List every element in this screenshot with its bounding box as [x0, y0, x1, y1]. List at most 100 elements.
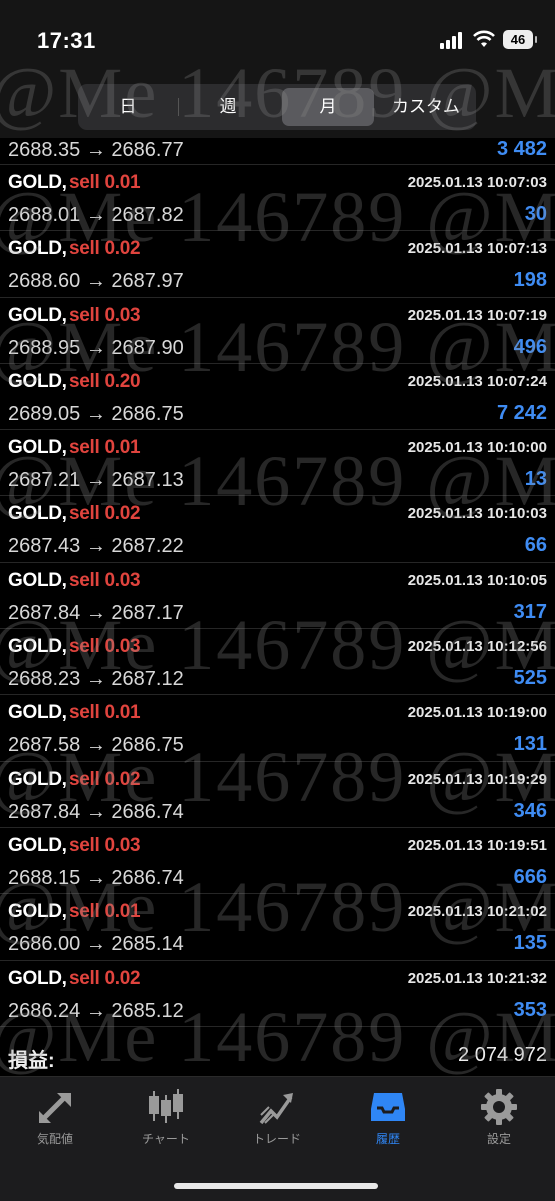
profit-value: 135 [513, 932, 547, 955]
symbol-label: GOLD, [8, 304, 67, 326]
tab-custom[interactable]: カスタム [378, 88, 474, 126]
symbol-label: GOLD, [8, 636, 67, 658]
table-row-partial[interactable]: 2688.35 → 2686.77 3 482 [0, 138, 555, 165]
price-range: 2688.60 → 2687.97 [8, 270, 184, 293]
nav-label: 気配値 [36, 1132, 73, 1146]
table-row[interactable]: GOLD, sell 0.20 2025.01.13 10:07:24 2689.05… [0, 364, 555, 431]
trade-datetime: 2025.01.13 10:19:00 [407, 704, 547, 722]
order-side-volume: sell 0.01 [69, 901, 141, 923]
nav-chart[interactable]: チャート [121, 1087, 211, 1147]
table-row[interactable]: GOLD, sell 0.03 2025.01.13 10:19:51 2688.15… [0, 828, 555, 895]
profit-value: 66 [524, 534, 547, 557]
nav-history[interactable]: 履歴 [343, 1087, 433, 1147]
table-row[interactable]: GOLD, sell 0.02 2025.01.13 10:19:29 2687.84… [0, 762, 555, 828]
price-range: 2688.23 → 2687.12 [8, 668, 184, 691]
clock: 17:31 [37, 28, 96, 53]
order-side-volume: sell 0.02 [69, 967, 141, 989]
trade-datetime: 2025.01.13 10:21:02 [407, 903, 547, 921]
total-profit-value: 2 074 972 [458, 1044, 547, 1066]
tab-month[interactable]: 月 [282, 88, 374, 126]
price-range: 2686.00 → 2685.14 [8, 933, 184, 956]
order-side-volume: sell 0.03 [69, 304, 141, 326]
order-side-volume: sell 0.02 [69, 503, 141, 525]
order-side-volume: sell 0.01 [69, 437, 141, 459]
wifi-icon [473, 30, 495, 47]
symbol-label: GOLD, [8, 370, 67, 392]
profit-value: 346 [513, 799, 547, 822]
candlestick-chart-icon [149, 1089, 183, 1123]
symbol-label: GOLD, [8, 437, 67, 459]
trade-datetime: 2025.01.13 10:19:51 [407, 836, 547, 854]
trade-datetime: 2025.01.13 10:12:56 [407, 638, 547, 656]
order-side-volume: sell 0.02 [69, 238, 141, 260]
trade-datetime: 2025.01.13 10:10:05 [407, 571, 547, 589]
period-selector-bar: 日 週 月 カスタム [0, 78, 555, 138]
order-side-volume: sell 0.01 [69, 172, 141, 193]
trade-datetime: 2025.01.13 10:07:24 [407, 372, 547, 390]
nav-label: チャート [142, 1132, 190, 1146]
quotes-arrows-icon [39, 1093, 71, 1123]
symbol-label: GOLD, [8, 967, 67, 989]
nav-quotes[interactable]: 気配値 [10, 1087, 100, 1147]
table-row[interactable]: GOLD, sell 0.02 2025.01.13 10:07:13 2688.60… [0, 231, 555, 298]
bottom-navigation: 気配値 チャート トレード 履歴 設定 [0, 1076, 555, 1201]
symbol-label: GOLD, [8, 702, 67, 724]
table-row[interactable]: GOLD, sell 0.01 2025.01.13 10:10:00 2687.21… [0, 430, 555, 497]
cellular-signal-icon [440, 32, 466, 49]
table-row[interactable]: GOLD, sell 0.01 2025.01.13 10:19:00 2687.58… [0, 695, 555, 762]
trade-datetime: 2025.01.13 10:10:03 [407, 505, 547, 523]
price-range: 2687.84 → 2687.17 [8, 601, 184, 624]
trade-datetime: 2025.01.13 10:10:00 [407, 439, 547, 457]
price-range: 2688.35 → 2686.77 [8, 139, 184, 161]
profit-value: 3 482 [496, 138, 547, 160]
home-indicator[interactable] [174, 1183, 378, 1189]
price-range: 2686.24 → 2685.12 [8, 999, 184, 1022]
price-range: 2687.21 → 2687.13 [8, 469, 184, 492]
order-side-volume: sell 0.03 [69, 636, 141, 658]
nav-label: トレード [252, 1132, 301, 1146]
battery-indicator: 46 [503, 30, 537, 49]
order-side-volume: sell 0.03 [69, 834, 141, 856]
segment-divider [178, 98, 179, 116]
nav-label: 履歴 [375, 1132, 400, 1146]
price-range: 2687.58 → 2686.75 [8, 734, 184, 757]
profit-value: 496 [513, 335, 547, 358]
profit-value: 7 242 [496, 401, 547, 424]
trade-datetime: 2025.01.13 10:19:29 [407, 770, 547, 788]
table-row[interactable]: GOLD, sell 0.03 2025.01.13 10:07:19 2688.95… [0, 298, 555, 364]
status-bar: 17:31 46 [0, 0, 555, 78]
symbol-label: GOLD, [8, 834, 67, 856]
profit-value: 30 [524, 203, 547, 225]
total-profit-label: 損益: [8, 1050, 55, 1072]
symbol-label: GOLD, [8, 569, 67, 591]
history-inbox-icon [371, 1093, 405, 1121]
trade-history-list[interactable]: 2688.35 → 2686.77 3 482 GOLD, sell 0.01 20… [0, 138, 555, 1027]
table-row[interactable]: GOLD, sell 0.02 2025.01.13 10:21:32 2686.24… [0, 961, 555, 1027]
profit-value: 13 [524, 468, 547, 491]
order-side-volume: sell 0.01 [69, 702, 141, 724]
table-row[interactable]: GOLD, sell 0.01 2025.01.13 10:21:02 2686.00… [0, 894, 555, 961]
symbol-label: GOLD, [8, 901, 67, 923]
profit-value: 198 [513, 269, 547, 292]
nav-label: 設定 [486, 1132, 511, 1146]
order-side-volume: sell 0.03 [69, 569, 141, 591]
table-row[interactable]: GOLD, sell 0.01 2025.01.13 10:07:03 2688.01… [0, 165, 555, 232]
table-row[interactable]: GOLD, sell 0.03 2025.01.13 10:10:05 2687.84… [0, 563, 555, 630]
nav-settings[interactable]: 設定 [454, 1087, 544, 1147]
table-row[interactable]: GOLD, sell 0.02 2025.01.13 10:10:03 2687.43… [0, 496, 555, 563]
trade-datetime: 2025.01.13 10:07:03 [407, 174, 547, 191]
symbol-label: GOLD, [8, 172, 67, 193]
order-side-volume: sell 0.02 [69, 768, 141, 790]
symbol-label: GOLD, [8, 238, 67, 260]
price-range: 2688.15 → 2686.74 [8, 866, 184, 889]
tab-week[interactable]: 週 [182, 88, 274, 126]
table-row[interactable]: GOLD, sell 0.03 2025.01.13 10:12:56 2688.23… [0, 629, 555, 696]
profit-value: 317 [513, 600, 547, 623]
gear-icon [481, 1089, 517, 1125]
tab-day[interactable]: 日 [82, 88, 174, 126]
price-range: 2688.95 → 2687.90 [8, 336, 184, 359]
period-segmented-control: 日 週 月 カスタム [78, 84, 476, 130]
totals-row: 損益: 2 074 972 [0, 1036, 555, 1076]
nav-trade[interactable]: トレード [232, 1087, 322, 1147]
trade-datetime: 2025.01.13 10:21:32 [407, 969, 547, 987]
